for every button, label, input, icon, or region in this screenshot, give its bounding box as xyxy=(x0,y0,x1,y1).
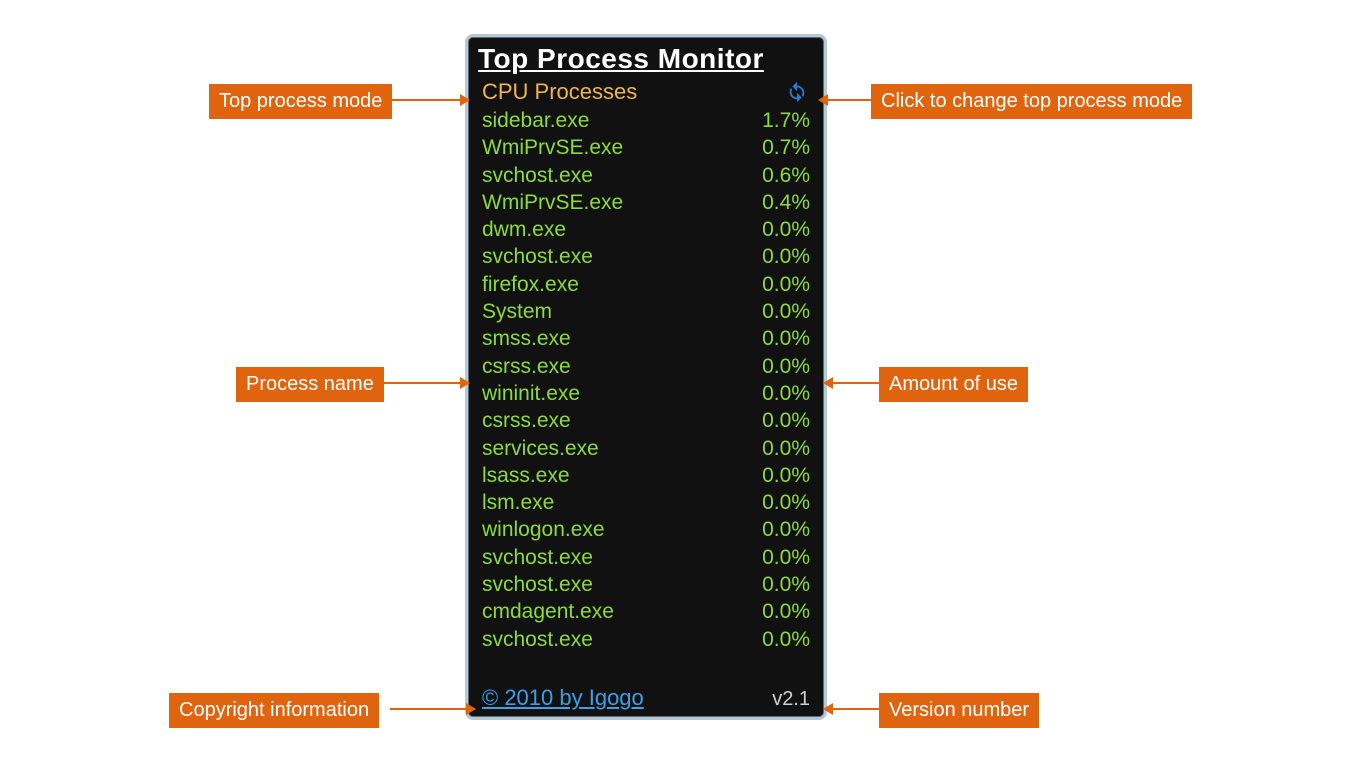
process-value: 0.7% xyxy=(762,134,810,161)
process-value: 0.0% xyxy=(762,598,810,625)
callout-amount-arrow xyxy=(833,382,879,384)
process-name: svchost.exe xyxy=(482,626,593,653)
process-value: 0.0% xyxy=(762,544,810,571)
callout-proc-name: Process name xyxy=(236,367,384,402)
copyright-link[interactable]: © 2010 by Igogo xyxy=(482,685,644,711)
process-name: svchost.exe xyxy=(482,162,593,189)
process-name: svchost.exe xyxy=(482,544,593,571)
process-row: sidebar.exe 1.7% xyxy=(482,107,810,134)
process-value: 0.0% xyxy=(762,516,810,543)
process-name: wininit.exe xyxy=(482,380,580,407)
process-name: sidebar.exe xyxy=(482,107,589,134)
process-list: sidebar.exe1.7%WmiPrvSE.exe0.7%svchost.e… xyxy=(468,107,824,653)
callout-version-arrow xyxy=(833,708,879,710)
process-name: svchost.exe xyxy=(482,243,593,270)
process-value: 0.0% xyxy=(762,462,810,489)
process-row: firefox.exe 0.0% xyxy=(482,271,810,298)
process-value: 0.0% xyxy=(762,407,810,434)
mode-label: CPU Processes xyxy=(482,79,637,105)
process-name: dwm.exe xyxy=(482,216,566,243)
process-row: svchost.exe 0.0% xyxy=(482,243,810,270)
process-row: svchost.exe 0.0% xyxy=(482,626,810,653)
process-value: 0.0% xyxy=(762,216,810,243)
process-name: cmdagent.exe xyxy=(482,598,614,625)
process-name: lsm.exe xyxy=(482,489,554,516)
process-row: WmiPrvSE.exe 0.7% xyxy=(482,134,810,161)
process-name: WmiPrvSE.exe xyxy=(482,134,623,161)
process-value: 0.0% xyxy=(762,571,810,598)
process-row: svchost.exe 0.6% xyxy=(482,162,810,189)
process-row: System 0.0% xyxy=(482,298,810,325)
callout-copyright: Copyright information xyxy=(169,693,379,728)
callout-version: Version number xyxy=(879,693,1039,728)
process-row: svchost.exe 0.0% xyxy=(482,571,810,598)
mode-row: CPU Processes xyxy=(468,79,824,105)
process-name: firefox.exe xyxy=(482,271,579,298)
callout-refresh-arrow xyxy=(828,99,872,101)
callout-proc-name-arrow xyxy=(380,382,460,384)
process-value: 0.0% xyxy=(762,626,810,653)
process-row: lsass.exe 0.0% xyxy=(482,462,810,489)
callout-mode-arrow xyxy=(390,99,460,101)
process-name: WmiPrvSE.exe xyxy=(482,189,623,216)
process-value: 0.0% xyxy=(762,380,810,407)
process-row: smss.exe 0.0% xyxy=(482,325,810,352)
process-row: svchost.exe 0.0% xyxy=(482,544,810,571)
process-name: svchost.exe xyxy=(482,571,593,598)
process-row: winlogon.exe 0.0% xyxy=(482,516,810,543)
process-row: csrss.exe 0.0% xyxy=(482,353,810,380)
refresh-button[interactable] xyxy=(784,79,810,105)
process-name: services.exe xyxy=(482,435,599,462)
gadget-window: Top Process Monitor CPU Processes sideba… xyxy=(465,34,827,720)
process-value: 0.0% xyxy=(762,243,810,270)
callout-amount: Amount of use xyxy=(879,367,1028,402)
process-value: 0.4% xyxy=(762,189,810,216)
process-name: smss.exe xyxy=(482,325,571,352)
process-value: 0.0% xyxy=(762,353,810,380)
callout-copyright-arrow xyxy=(390,708,466,710)
process-row: lsm.exe 0.0% xyxy=(482,489,810,516)
process-name: winlogon.exe xyxy=(482,516,605,543)
version-label: v2.1 xyxy=(772,688,810,711)
process-value: 0.0% xyxy=(762,435,810,462)
process-row: csrss.exe 0.0% xyxy=(482,407,810,434)
process-name: System xyxy=(482,298,552,325)
process-value: 0.6% xyxy=(762,162,810,189)
process-row: WmiPrvSE.exe 0.4% xyxy=(482,189,810,216)
process-row: cmdagent.exe 0.0% xyxy=(482,598,810,625)
process-name: csrss.exe xyxy=(482,407,571,434)
process-value: 0.0% xyxy=(762,298,810,325)
process-value: 0.0% xyxy=(762,489,810,516)
process-row: dwm.exe 0.0% xyxy=(482,216,810,243)
gadget-footer: © 2010 by Igogo v2.1 xyxy=(468,685,824,711)
process-value: 0.0% xyxy=(762,325,810,352)
process-value: 1.7% xyxy=(762,107,810,134)
callout-mode: Top process mode xyxy=(209,84,392,119)
process-name: csrss.exe xyxy=(482,353,571,380)
process-row: wininit.exe 0.0% xyxy=(482,380,810,407)
gadget-title: Top Process Monitor xyxy=(468,37,824,81)
process-row: services.exe 0.0% xyxy=(482,435,810,462)
process-name: lsass.exe xyxy=(482,462,570,489)
refresh-icon xyxy=(786,81,808,103)
callout-refresh: Click to change top process mode xyxy=(871,84,1192,119)
process-value: 0.0% xyxy=(762,271,810,298)
